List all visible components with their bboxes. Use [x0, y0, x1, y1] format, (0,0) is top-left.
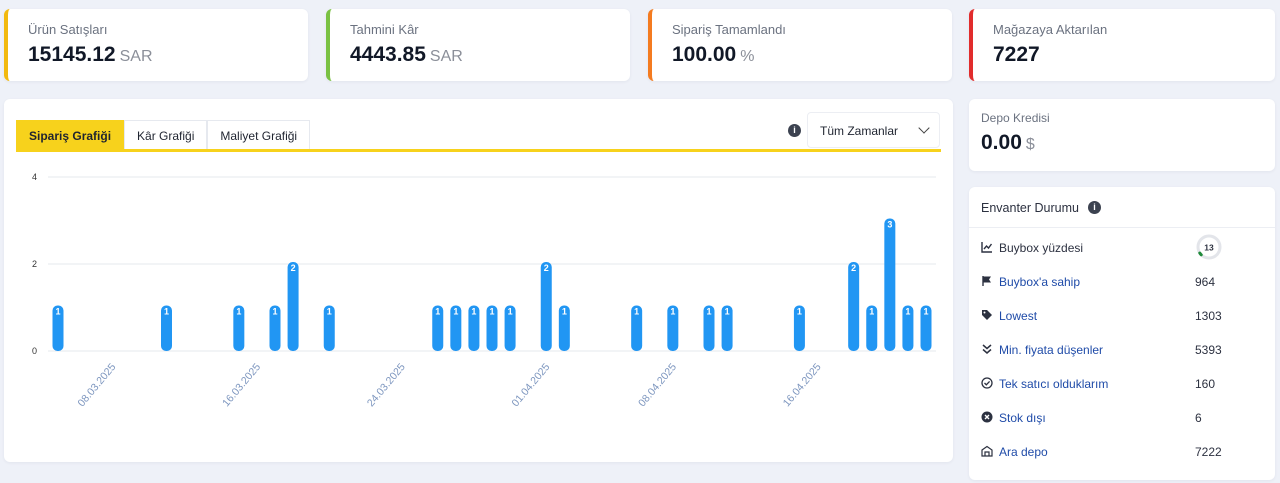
- bar-value-label: 1: [706, 307, 711, 317]
- stat-label: Mağazaya Aktarılan: [993, 22, 1108, 37]
- inventory-link-out-of-stock[interactable]: Stok dışı: [999, 411, 1046, 425]
- chart-bar: [848, 262, 860, 351]
- divider: [969, 227, 1275, 228]
- x-tick-label: 16.04.2025: [781, 361, 824, 409]
- stat-value: 15145.12 SAR: [28, 43, 153, 66]
- date-range-select[interactable]: Tüm Zamanlar: [807, 112, 940, 148]
- stat-label: Sipariş Tamamlandı: [672, 22, 786, 37]
- inventory-row: Tek satıcı olduklarım 160: [981, 375, 1271, 395]
- bar-value-label: 1: [327, 307, 332, 317]
- flag-icon: [982, 276, 991, 286]
- inventory-link-lowest[interactable]: Lowest: [999, 309, 1037, 323]
- bar-value-label: 1: [797, 307, 802, 317]
- inventory-value: 1303: [1195, 309, 1222, 323]
- chevron-down-icon: [918, 122, 930, 134]
- stat-card-store: Mağazaya Aktarılan 7227: [969, 9, 1275, 81]
- tab-cost-chart[interactable]: Maliyet Grafiği: [207, 120, 311, 152]
- chart-line-icon: [981, 242, 993, 253]
- stat-unit: %: [740, 48, 755, 65]
- chart-bar: [287, 262, 299, 351]
- bar-value-label: 1: [634, 307, 639, 317]
- inventory-value: 7222: [1195, 445, 1222, 459]
- inventory-link-min-price[interactable]: Min. fiyata düşenler: [999, 343, 1103, 357]
- inventory-title: Envanter Durumu: [981, 201, 1079, 215]
- date-range-value: Tüm Zamanlar: [820, 124, 899, 138]
- inventory-value: 5393: [1195, 343, 1222, 357]
- bar-value-label: 2: [851, 263, 856, 273]
- inventory-row: Stok dışı 6: [981, 409, 1271, 429]
- check-circle-icon: [981, 377, 993, 389]
- bar-value-label: 1: [164, 307, 169, 317]
- bar-value-label: 1: [272, 307, 277, 317]
- bar-value-label: 1: [489, 307, 494, 317]
- gauge-value: 13: [1204, 243, 1214, 253]
- x-tick-label: 08.03.2025: [75, 361, 118, 409]
- y-tick-label: 2: [32, 259, 37, 269]
- inventory-value: 160: [1195, 377, 1216, 391]
- credit-label: Depo Kredisi: [981, 111, 1050, 125]
- y-tick-label: 4: [32, 172, 37, 182]
- bar-value-label: 1: [670, 307, 675, 317]
- inventory-row: Lowest 1303: [981, 307, 1271, 327]
- stat-card-profit: Tahmini Kâr 4443.85 SAR: [326, 9, 630, 81]
- inventory-label: Buybox yüzdesi: [999, 241, 1084, 255]
- tab-profit-chart[interactable]: Kâr Grafiği: [124, 120, 208, 152]
- chart-bar: [540, 262, 552, 351]
- chart-bar: [884, 218, 896, 351]
- x-tick-label: 24.03.2025: [365, 361, 408, 409]
- stat-value: 7227: [993, 43, 1040, 66]
- inventory-row: Ara depo 7222: [981, 443, 1271, 463]
- x-tick-label: 16.03.2025: [220, 361, 263, 409]
- buybox-gauge: 13: [1196, 234, 1222, 260]
- stat-card-sales: Ürün Satışları 15145.12 SAR: [4, 9, 308, 81]
- bar-value-label: 1: [562, 307, 567, 317]
- credit-unit: $: [1025, 136, 1035, 153]
- stat-card-orders: Sipariş Tamamlandı 100.00%: [648, 9, 952, 81]
- bar-value-label: 2: [291, 263, 296, 273]
- bar-value-label: 1: [236, 307, 241, 317]
- bar-value-label: 1: [905, 307, 910, 317]
- order-chart: 0 2 4 1 1 1 1 2 1 1 1 1 1 1 2 1 1 1 1 1 1 2 1 3 1 1 08.03.2025 16.0…: [32, 172, 936, 409]
- y-tick-label: 0: [32, 346, 37, 356]
- tag-icon: [982, 310, 992, 320]
- tab-underline: [16, 149, 941, 152]
- inventory-row-buybox-percent: Buybox yüzdesi 13: [981, 234, 1271, 260]
- chart-tabs: Sipariş Grafiği Kâr Grafiği Maliyet Graf…: [16, 120, 311, 152]
- bar-value-label: 1: [435, 307, 440, 317]
- warehouse-icon: [981, 445, 993, 457]
- stat-label: Ürün Satışları: [28, 22, 108, 37]
- stat-value: 100.00%: [672, 43, 755, 66]
- chart-card: Sipariş Grafiği Kâr Grafiği Maliyet Graf…: [4, 99, 953, 462]
- x-circle-icon: [981, 411, 993, 423]
- inventory-value: 6: [1195, 411, 1202, 425]
- inventory-value: 964: [1195, 275, 1216, 289]
- info-icon[interactable]: i: [788, 124, 801, 137]
- inventory-link-transit-depot[interactable]: Ara depo: [999, 445, 1048, 459]
- bar-value-label: 1: [471, 307, 476, 317]
- bar-value-label: 1: [453, 307, 458, 317]
- inventory-link-single-seller[interactable]: Tek satıcı olduklarım: [999, 377, 1108, 391]
- x-tick-label: 01.04.2025: [509, 361, 552, 409]
- inventory-row: Buybox'a sahip 964: [981, 273, 1271, 293]
- inventory-card: Envanter Durumu i Buybox yüzdesi 13 Buyb…: [969, 187, 1275, 480]
- stat-value: 4443.85 SAR: [350, 43, 463, 66]
- stat-unit: SAR: [429, 48, 463, 65]
- inventory-row: Min. fiyata düşenler 5393: [981, 341, 1271, 361]
- bar-value-label: 3: [887, 220, 892, 230]
- tab-order-chart[interactable]: Sipariş Grafiği: [16, 120, 125, 152]
- info-icon[interactable]: i: [1088, 201, 1101, 214]
- bar-value-label: 2: [544, 263, 549, 273]
- double-chevron-down-icon: [982, 344, 992, 354]
- bar-value-label: 1: [508, 307, 513, 317]
- inventory-link-buybox-owner[interactable]: Buybox'a sahip: [999, 275, 1080, 289]
- bar-value-label: 1: [869, 307, 874, 317]
- credit-card: Depo Kredisi 0.00 $: [969, 99, 1275, 171]
- bar-value-label: 1: [725, 307, 730, 317]
- x-tick-label: 08.04.2025: [636, 361, 679, 409]
- credit-value: 0.00 $: [981, 131, 1035, 154]
- bar-value-label: 1: [55, 307, 60, 317]
- stat-label: Tahmini Kâr: [350, 22, 419, 37]
- bar-value-label: 1: [923, 307, 928, 317]
- stat-unit: SAR: [119, 48, 153, 65]
